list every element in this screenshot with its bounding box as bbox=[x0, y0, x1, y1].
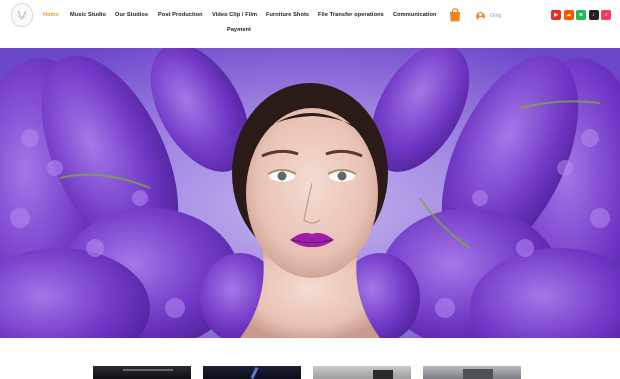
apple-music-icon[interactable]: ♫ bbox=[601, 10, 611, 20]
hero-banner bbox=[0, 48, 620, 338]
nav-item-video-clip-film[interactable]: Video Clip / Film bbox=[212, 12, 257, 18]
site-header: Home Music Studio Our Studios Post Produ… bbox=[0, 0, 620, 48]
login-button[interactable]: Giriş bbox=[476, 11, 502, 21]
gallery-thumbnail[interactable] bbox=[423, 366, 521, 379]
user-avatar-icon bbox=[476, 11, 485, 21]
nav-item-music-studio[interactable]: Music Studio bbox=[70, 12, 106, 18]
cart-button[interactable] bbox=[449, 8, 461, 22]
nav-item-post-production[interactable]: Post Production bbox=[158, 12, 203, 18]
gallery-thumbnail[interactable] bbox=[313, 366, 411, 379]
social-links: ▶ ☁ ≋ ♪ ♫ bbox=[551, 10, 611, 20]
gallery-strip bbox=[0, 366, 620, 379]
nav-item-furniture-shots[interactable]: Furniture Shots bbox=[266, 12, 309, 18]
shopping-bag-icon bbox=[450, 8, 460, 22]
youtube-icon[interactable]: ▶ bbox=[551, 10, 561, 20]
tiktok-icon[interactable]: ♪ bbox=[588, 10, 599, 20]
nav-item-file-transfer[interactable]: File Transfer operations bbox=[318, 12, 384, 18]
login-label: Giriş bbox=[490, 13, 502, 19]
nav-item-communication[interactable]: Communication bbox=[393, 12, 437, 18]
gallery-thumbnail[interactable] bbox=[93, 366, 191, 379]
hero-image bbox=[0, 48, 620, 338]
nav-item-our-studios[interactable]: Our Studios bbox=[115, 12, 148, 18]
soundcloud-icon[interactable]: ☁ bbox=[563, 10, 574, 20]
nav-item-home[interactable]: Home bbox=[43, 12, 59, 18]
spotify-icon[interactable]: ≋ bbox=[576, 10, 586, 20]
gallery-thumbnail[interactable] bbox=[203, 366, 301, 379]
nav-item-payment[interactable]: Payment bbox=[227, 27, 251, 33]
main-navigation: Home Music Studio Our Studios Post Produ… bbox=[0, 10, 620, 50]
